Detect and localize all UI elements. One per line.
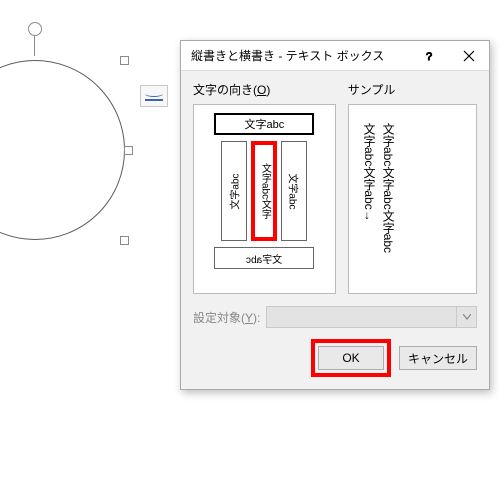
cancel-button[interactable]: キャンセル	[399, 346, 477, 370]
orientation-label: 文字の向き(O)	[193, 81, 336, 98]
layout-options-icon	[145, 91, 163, 101]
resize-handle-mr[interactable]	[124, 146, 133, 155]
help-button[interactable]: ?	[409, 41, 449, 71]
close-icon	[463, 50, 475, 62]
dialog-titlebar[interactable]: 縦書きと横書き - テキスト ボックス ?	[181, 41, 489, 71]
orientation-option-rotate-right-text: 文字abc	[287, 173, 302, 209]
orientation-option-bottom[interactable]: 文字abc	[214, 247, 314, 269]
ok-button[interactable]: OK	[318, 346, 384, 370]
orientation-option-rotate-left-text: 文字abc	[227, 173, 242, 209]
orientation-option-vertical-text: 文字abc文字	[259, 163, 269, 219]
resize-handle-br[interactable]	[120, 236, 129, 245]
orientation-option-horizontal[interactable]: 文字abc	[214, 113, 314, 135]
sample-label: サンプル	[348, 81, 477, 98]
settings-target-row: 設定対象(Y):	[181, 294, 489, 328]
layout-options-button[interactable]	[140, 85, 168, 107]
sample-text: 文字abc文字abc文字abc文字abc文字abc→	[359, 123, 397, 263]
orientation-option-bottom-text: 文字abc	[246, 251, 282, 266]
sample-preview: 文字abc文字abc文字abc文字abc文字abc→	[348, 104, 477, 294]
settings-target-combo	[266, 306, 477, 328]
resize-handle-tr[interactable]	[120, 56, 129, 65]
svg-text:?: ?	[426, 51, 432, 62]
ok-highlight: OK	[311, 339, 391, 377]
help-icon: ?	[423, 50, 435, 62]
settings-target-label: 設定対象(Y):	[193, 309, 260, 326]
rotate-stem	[34, 36, 35, 56]
orientation-options: 文字abc 文字abc 文字abc文字 文字abc 文字abc	[193, 104, 336, 294]
orientation-option-vertical[interactable]: 文字abc文字	[251, 141, 277, 241]
chevron-down-icon	[456, 307, 476, 327]
cancel-button-label: キャンセル	[408, 350, 468, 367]
dialog-title: 縦書きと横書き - テキスト ボックス	[191, 47, 409, 64]
orientation-option-rotate-right[interactable]: 文字abc	[281, 141, 307, 241]
text-direction-dialog: 縦書きと横書き - テキスト ボックス ? 文字の向き(O) 文字abc 文字a…	[180, 40, 490, 390]
orientation-option-horizontal-text: 文字abc	[245, 116, 285, 132]
ellipse-shape[interactable]	[0, 60, 125, 240]
rotate-handle[interactable]	[28, 22, 42, 36]
orientation-option-rotate-left[interactable]: 文字abc	[221, 141, 247, 241]
close-button[interactable]	[449, 41, 489, 71]
ok-button-label: OK	[342, 351, 359, 365]
